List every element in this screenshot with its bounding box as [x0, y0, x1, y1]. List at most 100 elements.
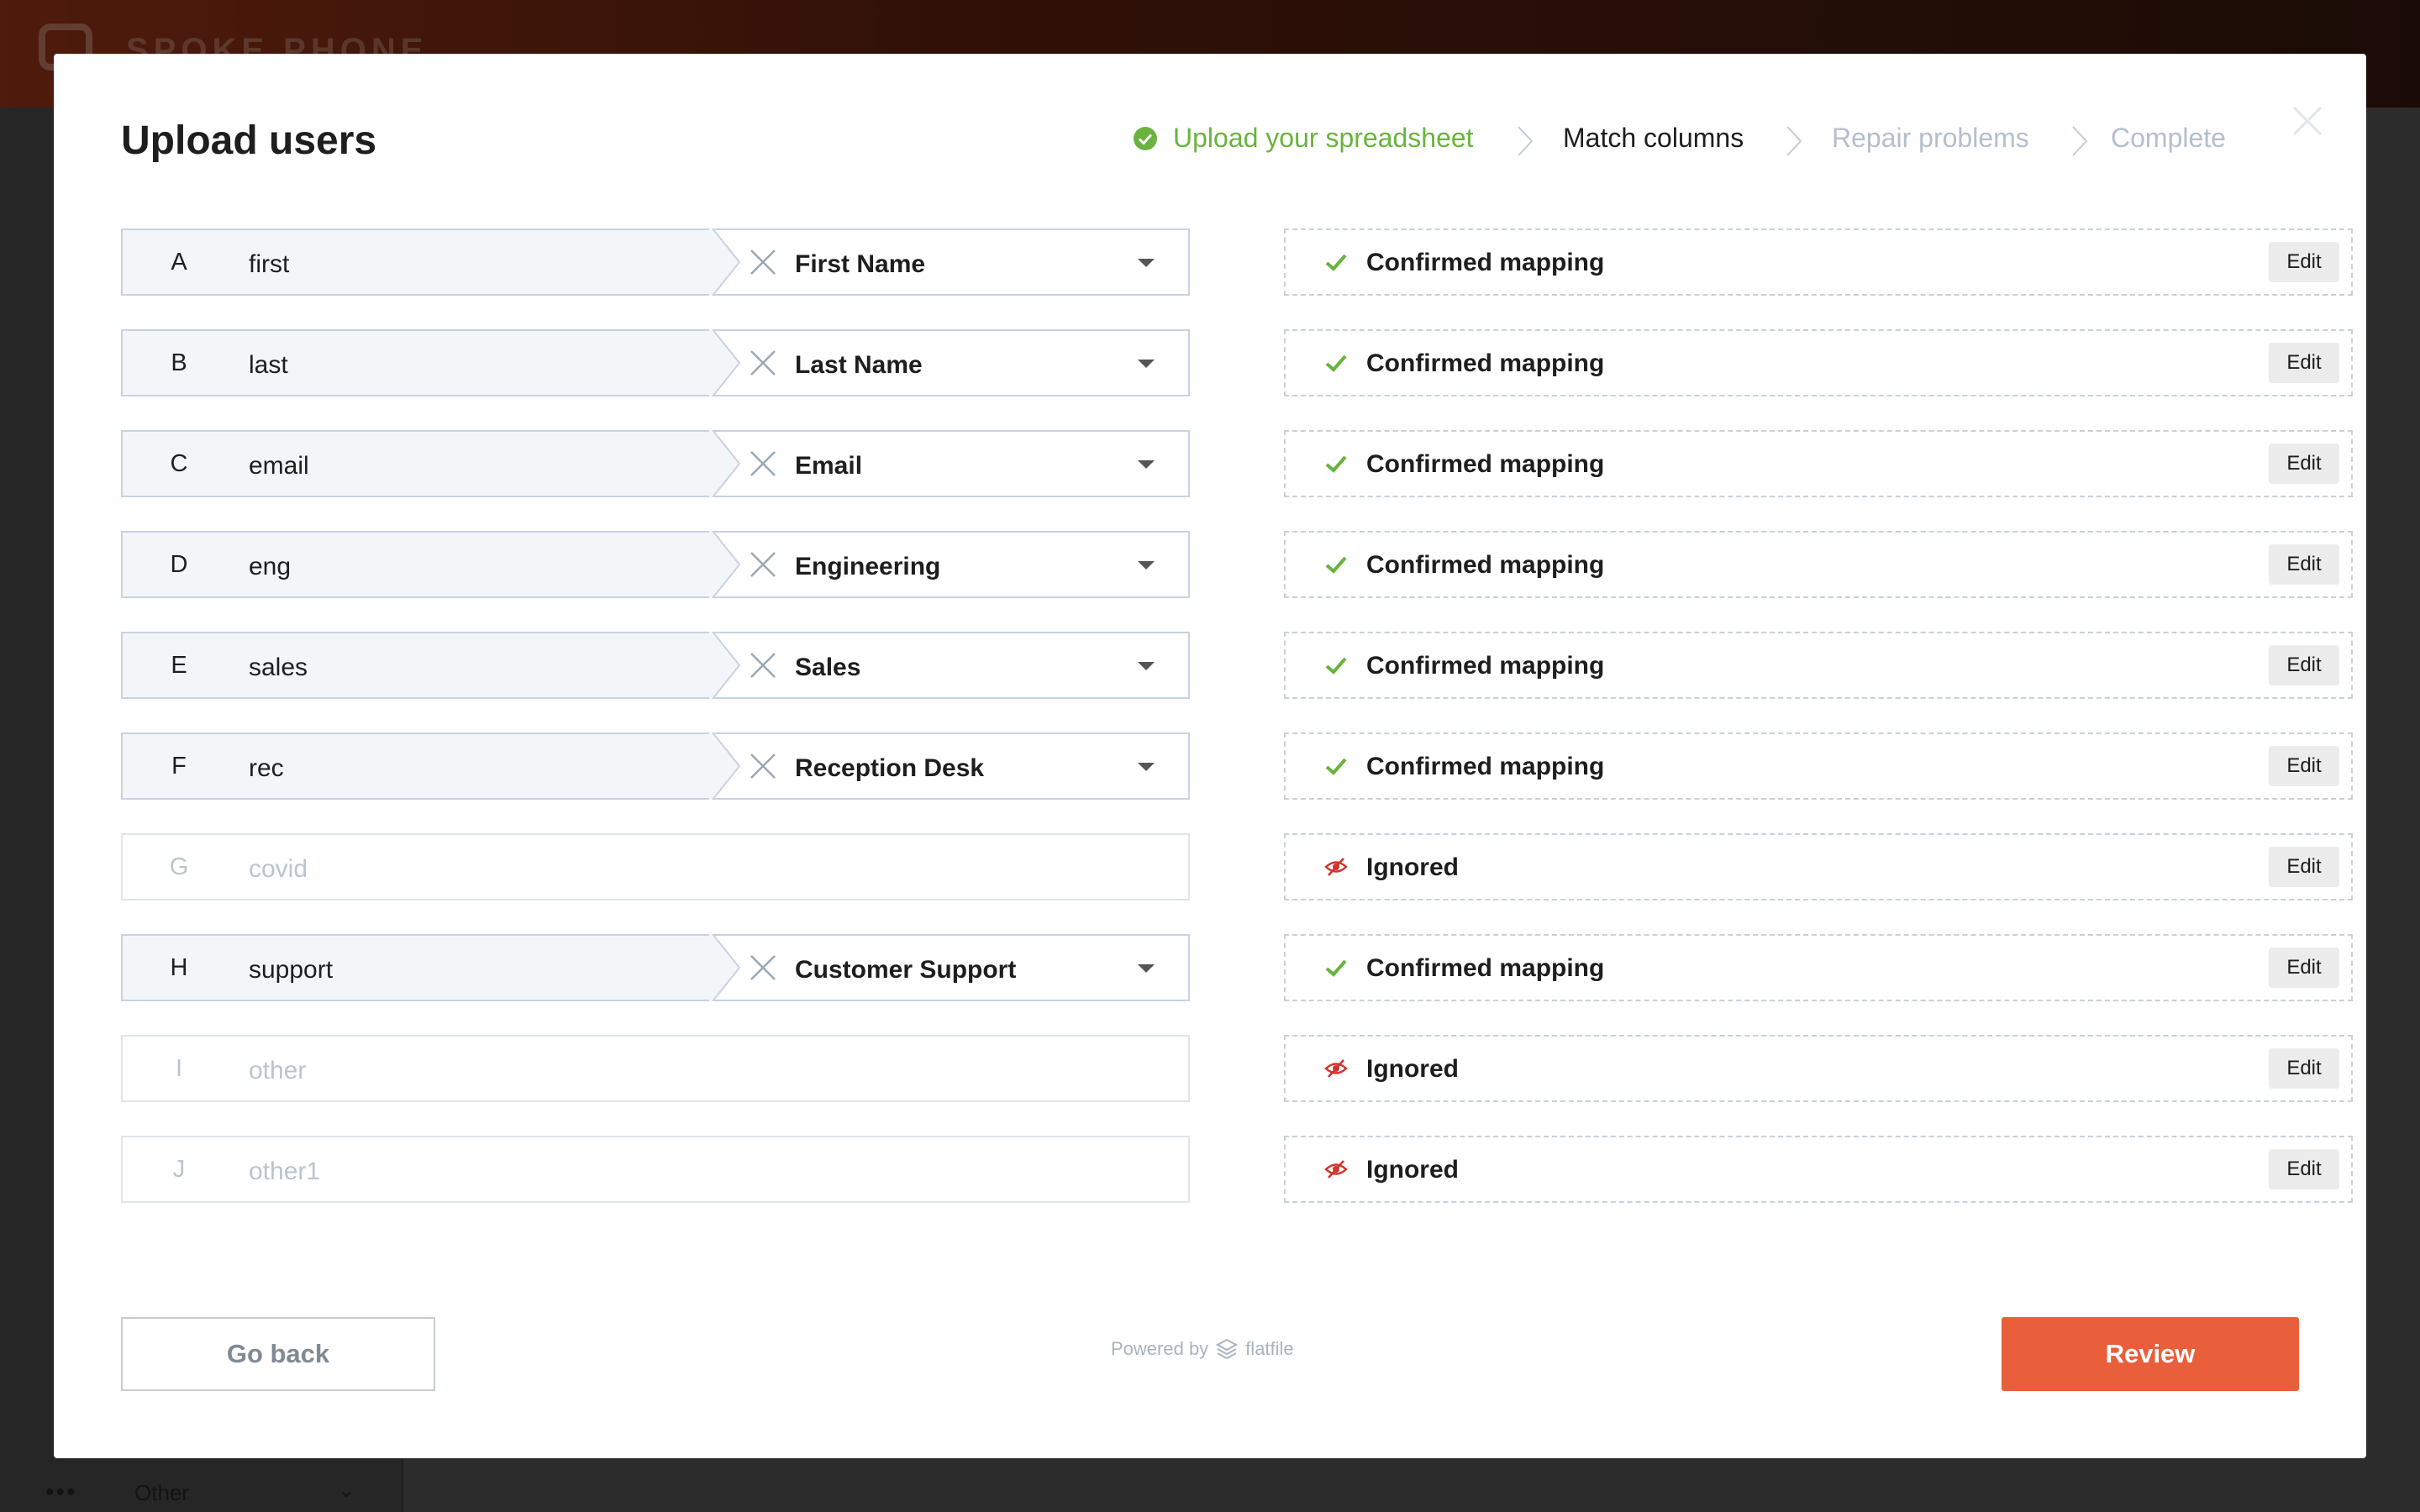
confirmed-status: Confirmed mapping — [1366, 249, 1605, 276]
edit-button[interactable]: Edit — [2269, 544, 2339, 585]
arrow-divider-icon — [709, 632, 741, 699]
powered-by-label: Powered by — [1111, 1338, 1209, 1359]
mapping-status-row: Confirmed mapping Edit — [1284, 632, 2353, 699]
source-column-name: eng — [249, 553, 292, 580]
mapping-status-row: Confirmed mapping Edit — [1284, 732, 2353, 800]
target-field-select[interactable]: Email — [795, 432, 1190, 496]
edit-button[interactable]: Edit — [2269, 1048, 2339, 1089]
edit-button[interactable]: Edit — [2269, 343, 2339, 383]
caret-down-icon — [1138, 360, 1155, 368]
step-repair-problems: Repair problems — [1832, 123, 2029, 154]
column-letter: E — [171, 652, 187, 679]
clear-mapping-button[interactable] — [746, 749, 780, 783]
column-mapping-row: Hsupport Customer Support — [121, 934, 1190, 1001]
target-field-label: Last Name — [795, 351, 923, 379]
column-letter: F — [171, 753, 187, 780]
confirmed-status: Confirmed mapping — [1366, 753, 1605, 780]
mapping-status-row: Confirmed mapping Edit — [1284, 329, 2353, 396]
powered-by-brand: flatfile — [1245, 1338, 1294, 1359]
review-button[interactable]: Review — [2002, 1317, 2299, 1391]
source-column-name: other — [249, 1057, 307, 1084]
target-field-select[interactable]: Reception Desk — [795, 734, 1190, 798]
target-field-select[interactable]: Engineering — [795, 533, 1190, 596]
target-field-label: Email — [795, 452, 863, 480]
clear-mapping-button[interactable] — [746, 951, 780, 984]
column-mapping-row: Gcovid — [121, 833, 1190, 900]
target-field-label: Engineering — [795, 553, 941, 580]
chevron-right-icon — [1518, 126, 1534, 156]
confirmed-status: Confirmed mapping — [1366, 349, 1605, 377]
column-mapping-row: Jother1 — [121, 1136, 1190, 1203]
source-column-name: last — [249, 351, 288, 379]
column-letter: J — [172, 1156, 186, 1183]
source-column-name: first — [249, 250, 290, 278]
close-icon — [750, 552, 776, 577]
source-column-cell — [123, 936, 711, 1000]
arrow-divider-icon — [709, 531, 741, 598]
column-mapping-row: Deng Engineering — [121, 531, 1190, 598]
source-column-cell — [123, 734, 711, 798]
step-upload-spreadsheet: Upload your spreadsheet — [1133, 123, 1474, 154]
source-column-cell — [123, 533, 711, 596]
close-icon — [750, 249, 776, 275]
clear-mapping-button[interactable] — [746, 548, 780, 581]
close-button[interactable] — [2289, 102, 2326, 139]
eye-slash-icon — [1324, 1160, 1348, 1179]
edit-button[interactable]: Edit — [2269, 242, 2339, 282]
column-mapping-row: Cemail Email — [121, 430, 1190, 497]
column-letter: H — [170, 954, 188, 981]
check-icon — [1325, 254, 1347, 271]
chevron-right-icon — [1786, 126, 1802, 156]
close-icon — [2292, 106, 2323, 136]
source-column-name: sales — [249, 654, 308, 681]
edit-button[interactable]: Edit — [2269, 444, 2339, 484]
source-column-name: covid — [249, 855, 308, 883]
target-field-select[interactable]: Last Name — [795, 331, 1190, 395]
target-field-select[interactable]: Sales — [795, 633, 1190, 697]
ignored-status: Ignored — [1366, 1055, 1459, 1083]
edit-button[interactable]: Edit — [2269, 1149, 2339, 1189]
source-column-cell — [123, 331, 711, 395]
confirmed-status: Confirmed mapping — [1366, 954, 1605, 982]
target-field-label: Sales — [795, 654, 861, 681]
check-icon — [1325, 758, 1347, 775]
mapping-status-row: Confirmed mapping Edit — [1284, 430, 2353, 497]
target-field-select[interactable]: Customer Support — [795, 936, 1190, 1000]
edit-button[interactable]: Edit — [2269, 948, 2339, 988]
column-letter: C — [170, 450, 188, 477]
column-letter: A — [171, 249, 187, 276]
edit-button[interactable]: Edit — [2269, 645, 2339, 685]
column-mapping-row: Blast Last Name — [121, 329, 1190, 396]
go-back-button[interactable]: Go back — [121, 1317, 435, 1391]
check-icon — [1325, 455, 1347, 473]
source-column-cell — [123, 432, 711, 496]
clear-mapping-button[interactable] — [746, 346, 780, 380]
mapping-status-row: Ignored Edit — [1284, 833, 2353, 900]
step-match-columns: Match columns — [1563, 123, 1744, 154]
eye-slash-icon — [1324, 858, 1348, 876]
clear-mapping-button[interactable] — [746, 648, 780, 682]
source-column-name: other1 — [249, 1158, 321, 1185]
step-complete: Complete — [2111, 123, 2226, 154]
check-circle-icon — [1134, 126, 1157, 150]
clear-mapping-button[interactable] — [746, 447, 780, 480]
edit-button[interactable]: Edit — [2269, 847, 2339, 887]
chevron-right-icon — [2072, 126, 2088, 156]
edit-button[interactable]: Edit — [2269, 746, 2339, 786]
column-letter: B — [171, 349, 187, 376]
check-icon — [1325, 354, 1347, 372]
target-field-label: Reception Desk — [795, 754, 985, 782]
caret-down-icon — [1138, 259, 1155, 267]
close-icon — [750, 451, 776, 476]
step-label: Match columns — [1563, 123, 1744, 153]
source-column-name: email — [249, 452, 309, 480]
arrow-divider-icon — [709, 732, 741, 800]
caret-down-icon — [1138, 964, 1155, 973]
clear-mapping-button[interactable] — [746, 245, 780, 279]
modal-title: Upload users — [121, 118, 377, 163]
caret-down-icon — [1138, 763, 1155, 771]
column-letter: D — [170, 551, 188, 578]
close-icon — [750, 653, 776, 678]
target-field-select[interactable]: First Name — [795, 230, 1190, 294]
caret-down-icon — [1138, 662, 1155, 670]
